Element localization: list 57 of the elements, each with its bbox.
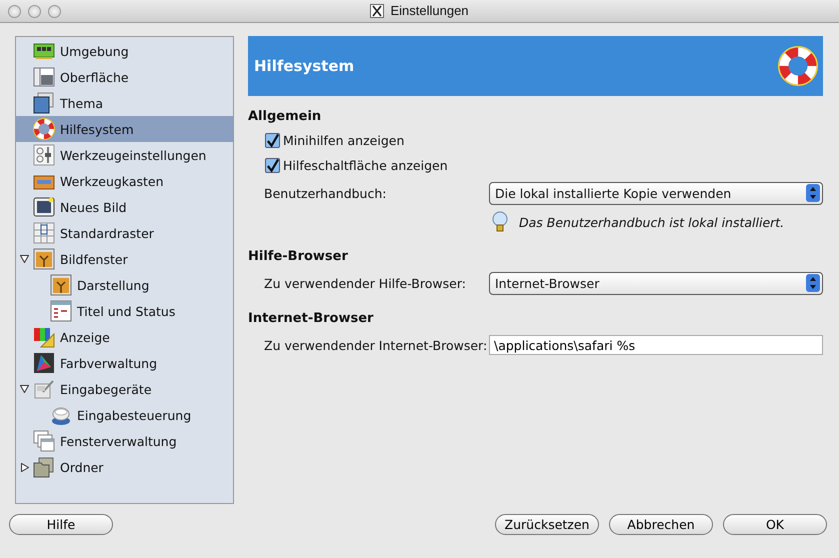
expanded-triangle-icon[interactable] [20,385,29,393]
checkbox-option[interactable]: Minihilfen anzeigen [248,128,823,153]
checkbox-option[interactable]: Hilfeschaltfläche anzeigen [248,153,823,178]
window-title: Einstellungen [390,3,469,18]
monitor-icon [33,326,55,348]
dialog-button[interactable]: Abbrechen [609,514,713,535]
dialog-button[interactable]: OK [723,514,827,535]
sidebar-item[interactable]: Fensterverwaltung [16,428,233,454]
grid-icon [33,222,55,244]
dropdown[interactable]: Internet-Browser [489,272,823,294]
window-icon [33,66,55,88]
sidebar-item[interactable]: Farbverwaltung [16,350,233,376]
sidebar-item[interactable]: Ordner [16,454,233,480]
checkbox[interactable] [265,158,280,173]
expanded-triangle-icon[interactable] [20,255,29,263]
list-icon [50,300,72,322]
sidebar-item[interactable]: Thema [16,90,233,116]
up-down-arrows-icon [806,184,820,202]
section-heading: Hilfe-Browser [248,249,349,264]
sidebar-item[interactable]: Hilfesystem [16,116,233,142]
sidebar-item[interactable]: Titel und Status [16,298,233,324]
up-down-arrows-icon [806,274,820,292]
lifebuoy-icon [777,45,819,87]
sidebar-item[interactable]: Oberfläche [16,64,233,90]
sidebar-item[interactable]: Bildfenster [16,246,233,272]
field-label: Benutzerhandbuch: [263,186,388,200]
picture-icon [50,274,72,296]
sidebar-item[interactable]: Anzeige [16,324,233,350]
help-button[interactable]: Hilfe [9,514,113,535]
sidebar-item[interactable]: Standardraster [16,220,233,246]
sidebar-item[interactable]: Umgebung [16,38,233,64]
image-icon [33,196,55,218]
section-heading: Allgemein [248,109,322,124]
section-heading: Internet-Browser [248,311,374,326]
picture-icon [33,248,55,270]
hint-text: Das Benutzerhandbuch ist lokal installiert. [519,214,784,230]
color-icon [33,352,55,374]
sidebar-item[interactable]: Werkzeugeinstellungen [16,142,233,168]
lightbulb-icon [491,211,509,233]
page-title: Hilfesystem [254,57,354,75]
sidebar-item[interactable]: Eingabesteuerung [16,402,233,428]
folder-icon [33,456,55,478]
windows-icon [33,430,55,452]
sidebar-item[interactable]: Darstellung [16,272,233,298]
sidebar-item[interactable]: Werkzeugkasten [16,168,233,194]
collapsed-triangle-icon[interactable] [20,462,28,472]
field-label: Zu verwendender Hilfe-Browser: [263,276,467,290]
sidebar-item[interactable]: Neues Bild [16,194,233,220]
dialog-button[interactable]: Zurücksetzen [495,514,599,535]
lifebuoy-icon [33,118,55,140]
sliders-icon [33,144,55,166]
dropdown[interactable]: Die lokal installierte Kopie verwenden [489,182,823,204]
input-field[interactable]: \applications\safari %s [489,335,823,355]
checkbox[interactable] [265,133,280,148]
x-window-icon [370,4,384,18]
field-label: Zu verwendender Internet-Browser: [263,338,488,352]
sidebar-item[interactable]: Eingabegeräte [16,376,233,402]
